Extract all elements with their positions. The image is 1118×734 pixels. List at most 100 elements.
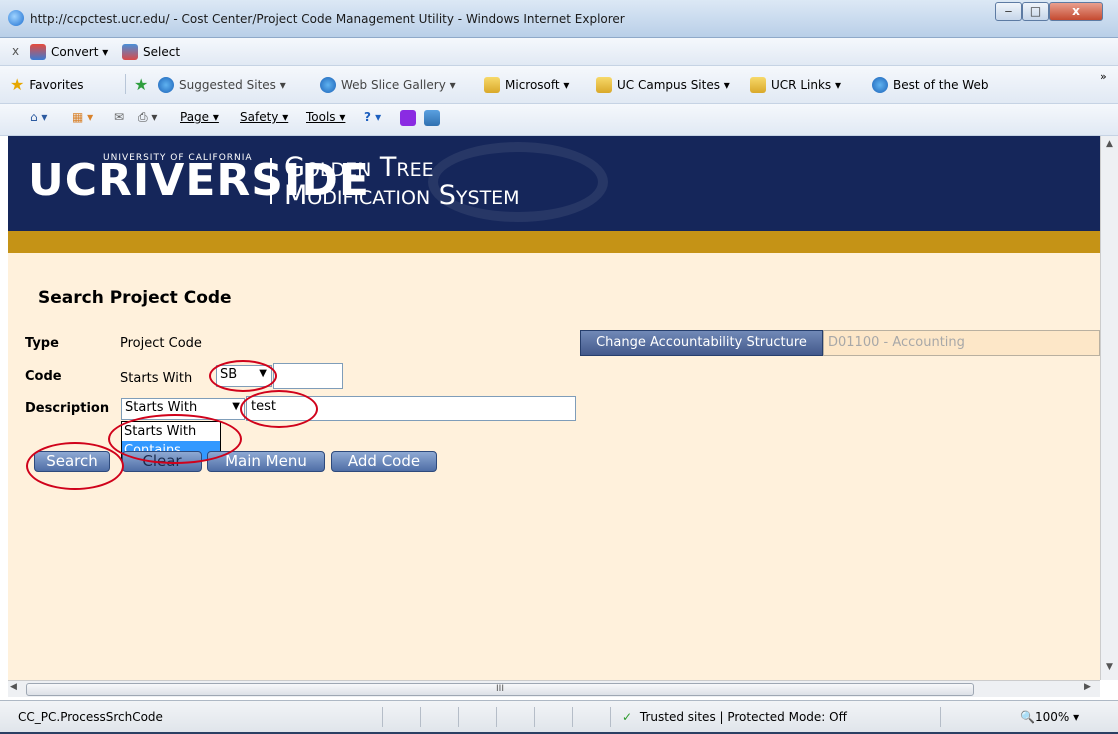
fav-item-label: Web Slice Gallery ▾ (341, 78, 456, 92)
main-menu-button[interactable]: Main Menu (207, 451, 325, 472)
fav-item-label: UC Campus Sites ▾ (617, 78, 730, 92)
divider (382, 707, 383, 727)
add-favorites-icon[interactable]: ★ (134, 77, 148, 93)
code-operator: Starts With (120, 371, 193, 386)
feeds-button[interactable]: ▦ ▾ (72, 110, 93, 124)
fav-item-label: Best of the Web (893, 78, 989, 92)
divider (125, 74, 126, 94)
divider (420, 707, 421, 727)
chevron-down-icon: ▼ (232, 401, 240, 412)
close-toolbar-button[interactable]: x (12, 44, 19, 58)
code-input[interactable] (273, 363, 343, 389)
ie-icon (8, 10, 24, 26)
system-title-line2: Modification System (284, 180, 520, 211)
check-icon: ✓ (622, 710, 633, 724)
command-bar: ⌂ ▾ ▦ ▾ ✉ ⎙ ▾ Page ▾ Safety ▾ Tools ▾ ? … (0, 104, 1118, 136)
ie-icon (872, 77, 888, 93)
mail-button[interactable]: ✉ (114, 110, 124, 124)
system-title: Golden Tree Modification System (284, 154, 520, 210)
favorites-label: Favorites (29, 78, 84, 92)
fav-item-ucr-links[interactable]: UCR Links ▾ (750, 77, 841, 93)
divider (534, 707, 535, 727)
clear-button[interactable]: Clear (122, 451, 202, 472)
logo-divider (270, 158, 272, 204)
divider (458, 707, 459, 727)
folder-icon (596, 77, 612, 93)
favorites-overflow-button[interactable]: » (1100, 70, 1107, 83)
convert-toolbar: x Convert ▾ Select (0, 38, 1118, 66)
divider (610, 707, 611, 727)
fav-item-suggested-sites[interactable]: Suggested Sites ▾ (158, 77, 286, 93)
divider (572, 707, 573, 727)
fav-item-microsoft[interactable]: Microsoft ▾ (484, 77, 569, 93)
folder-icon (484, 77, 500, 93)
gold-stripe (8, 231, 1100, 253)
select-icon (122, 44, 138, 60)
university-label: UNIVERSITY OF CALIFORNIA (103, 153, 253, 163)
security-zone-label: Trusted sites | Protected Mode: Off (639, 710, 847, 724)
onenote-icon[interactable] (400, 110, 416, 126)
divider (496, 707, 497, 727)
maximize-button[interactable]: □ (1022, 2, 1049, 21)
convert-menu[interactable]: Convert ▾ (30, 44, 108, 60)
description-input[interactable]: test (246, 396, 576, 421)
fav-item-web-slice-gallery[interactable]: Web Slice Gallery ▾ (320, 77, 456, 93)
select-button[interactable]: Select (122, 44, 180, 60)
research-icon[interactable] (424, 110, 440, 126)
scroll-left-icon[interactable]: ◀ (10, 682, 17, 692)
convert-label: Convert ▾ (51, 45, 109, 59)
window-title-bar: http://ccpctest.ucr.edu/ - Cost Center/P… (0, 0, 1118, 38)
fav-item-best-of-the-web[interactable]: Best of the Web (872, 77, 988, 93)
fav-item-uc-campus-sites[interactable]: UC Campus Sites ▾ (596, 77, 730, 93)
security-zone[interactable]: ✓ Trusted sites | Protected Mode: Off (622, 710, 847, 724)
zoom-level-button[interactable]: 🔍100% ▾ (1020, 710, 1079, 724)
select-label: Select (143, 45, 181, 59)
window-title: http://ccpctest.ucr.edu/ - Cost Center/P… (30, 12, 625, 26)
status-text: CC_PC.ProcessSrchCode (18, 710, 163, 724)
divider (940, 707, 941, 727)
tools-menu[interactable]: Tools ▾ (306, 110, 345, 124)
change-accountability-structure-button[interactable]: Change Accountability Structure (580, 330, 823, 356)
close-window-button[interactable]: x (1049, 2, 1103, 21)
system-title-line1: Golden Tree (284, 152, 434, 183)
minimize-button[interactable]: ‒ (995, 2, 1022, 21)
favorites-bar: ★ Favorites ★ Suggested Sites ▾ Web Slic… (0, 66, 1118, 104)
fav-item-label: Suggested Sites ▾ (179, 78, 286, 92)
scroll-right-icon[interactable]: ▶ (1084, 682, 1091, 692)
status-bar: CC_PC.ProcessSrchCode ✓ Trusted sites | … (0, 700, 1118, 734)
code-prefix-value: SB (220, 367, 238, 382)
scroll-up-icon[interactable]: ▲ (1101, 136, 1118, 153)
ie-icon (320, 77, 336, 93)
description-label: Description (25, 401, 110, 416)
dropdown-option-starts-with[interactable]: Starts With (122, 422, 220, 441)
page-content: UCRIVERSIDE UNIVERSITY OF CALIFORNIA Gol… (8, 136, 1100, 680)
print-button[interactable]: ⎙ ▾ (138, 110, 157, 125)
favorites-button[interactable]: ★ Favorites (10, 77, 84, 93)
fav-item-label: Microsoft ▾ (505, 78, 570, 92)
type-label: Type (25, 336, 59, 351)
add-code-button[interactable]: Add Code (331, 451, 437, 472)
code-prefix-select[interactable]: SB ▼ (216, 365, 272, 387)
convert-icon (30, 44, 46, 60)
description-operator-value: Starts With (125, 400, 198, 415)
search-button[interactable]: Search (34, 451, 110, 472)
help-button[interactable]: ? ▾ (364, 110, 381, 124)
safety-menu[interactable]: Safety ▾ (240, 110, 288, 124)
ie-icon (158, 77, 174, 93)
code-label: Code (25, 369, 62, 384)
type-value: Project Code (120, 336, 202, 351)
star-icon: ★ (10, 75, 25, 94)
description-operator-select[interactable]: Starts With ▼ (121, 398, 245, 420)
horizontal-scroll-thumb[interactable]: III (26, 683, 974, 696)
vertical-scrollbar[interactable]: ▲ ▼ (1100, 136, 1118, 680)
chevron-down-icon: ▼ (259, 368, 267, 379)
horizontal-scrollbar[interactable]: ◀ III ▶ (8, 680, 1100, 697)
site-banner: UCRIVERSIDE UNIVERSITY OF CALIFORNIA Gol… (8, 136, 1100, 231)
page-menu[interactable]: Page ▾ (180, 110, 219, 124)
fav-item-label: UCR Links ▾ (771, 78, 841, 92)
scroll-down-icon[interactable]: ▼ (1101, 659, 1118, 676)
home-button[interactable]: ⌂ ▾ (30, 110, 47, 124)
folder-icon (750, 77, 766, 93)
accountability-structure-field: D01100 - Accounting (823, 330, 1100, 356)
page-title: Search Project Code (38, 288, 232, 308)
